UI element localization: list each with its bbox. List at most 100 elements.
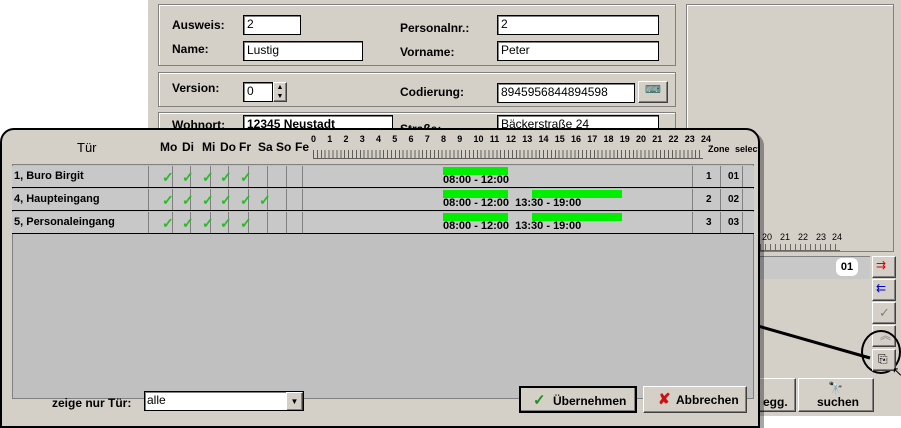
hour-tick: 19 bbox=[619, 134, 630, 144]
version-spinner[interactable]: ▲ ▼ bbox=[273, 82, 287, 102]
move-right-icon: ⇉ bbox=[876, 258, 887, 272]
day-check[interactable]: ✓ bbox=[162, 169, 174, 186]
background-badge: 01 bbox=[836, 258, 858, 276]
hour-tick: 24 bbox=[701, 134, 712, 144]
day-header-so: So bbox=[276, 140, 292, 154]
day-check[interactable]: ✓ bbox=[240, 169, 252, 186]
hour-tick: 21 bbox=[652, 134, 663, 144]
select-cell[interactable]: 02 bbox=[728, 194, 739, 205]
day-check[interactable]: ✓ bbox=[202, 215, 214, 232]
day-header-fr: Fr bbox=[239, 140, 251, 154]
ruler-tick: 23 bbox=[816, 232, 827, 242]
door-row[interactable]: 1, Buro Birgit ✓ ✓ ✓ ✓ ✓ 08:00 - 12:00 1 01 bbox=[12, 166, 754, 188]
day-check[interactable]: ✓ bbox=[162, 192, 174, 209]
version-label: Version: bbox=[172, 81, 220, 95]
mouse-cursor-icon: ↖ bbox=[892, 364, 901, 379]
egg-label: egg. bbox=[763, 395, 788, 409]
hour-tick: 1 bbox=[327, 134, 333, 144]
codierung-field[interactable]: 8945956844894598 bbox=[497, 83, 635, 103]
day-header-mi: Mi bbox=[202, 140, 216, 154]
day-check[interactable]: ✓ bbox=[162, 215, 174, 232]
binoculars-icon: 🔭 bbox=[828, 381, 843, 395]
suchen-label: suchen bbox=[817, 395, 860, 409]
day-check[interactable]: ✓ bbox=[202, 169, 214, 186]
vorname-field[interactable]: Peter bbox=[497, 41, 659, 61]
cancel-button[interactable]: ✘ Abbrechen bbox=[643, 386, 747, 413]
move-left-button[interactable]: ⇇ bbox=[872, 279, 896, 301]
ausweis-field[interactable]: 2 bbox=[243, 15, 301, 35]
day-header-do: Do bbox=[220, 140, 236, 154]
ruler-tick: 20 bbox=[762, 232, 773, 242]
day-check[interactable]: ✓ bbox=[220, 215, 232, 232]
close-icon: ✘ bbox=[658, 391, 671, 408]
check-icon: ✓ bbox=[879, 305, 890, 320]
day-check[interactable]: ✓ bbox=[240, 215, 252, 232]
hour-tick: 18 bbox=[603, 134, 614, 144]
select-cell[interactable]: 03 bbox=[728, 217, 739, 228]
hour-tick: 8 bbox=[441, 134, 447, 144]
hour-tick: 15 bbox=[554, 134, 565, 144]
ruler-tick: 22 bbox=[798, 232, 809, 242]
day-check[interactable]: ✓ bbox=[240, 192, 252, 209]
hour-ruler: 0 1 2 3 4 5 6 7 8 9 10 11 12 13 14 15 16 17 18 19 20 21 22 23 24 bbox=[311, 134, 711, 162]
codierung-label: Codierung: bbox=[400, 85, 464, 99]
ruler-tick: 21 bbox=[780, 232, 791, 242]
hour-tick: 2 bbox=[343, 134, 349, 144]
name-field[interactable]: Lustig bbox=[243, 41, 363, 61]
zone-cell: 1 bbox=[706, 171, 712, 182]
door-filter-value: alle bbox=[147, 393, 166, 407]
hour-tick: 20 bbox=[636, 134, 647, 144]
hour-tick: 10 bbox=[473, 134, 484, 144]
time-range-text: 08:00 - 12:00 13:30 - 19:00 bbox=[443, 220, 582, 232]
door-name: 5, Personaleingang bbox=[14, 216, 115, 228]
ok-button[interactable]: ✓ Übernehmen bbox=[519, 386, 637, 413]
day-check[interactable]: ✓ bbox=[202, 192, 214, 209]
zone-cell: 3 bbox=[706, 217, 712, 228]
ausweis-label: Ausweis: bbox=[172, 18, 225, 32]
door-row[interactable]: 4, Haupteingang ✓ ✓ ✓ ✓ ✓ ✓ 08:00 - 12:00 13:30… bbox=[12, 189, 754, 211]
hour-tick: 6 bbox=[408, 134, 414, 144]
door-filter-select[interactable]: alle ▼ bbox=[144, 391, 304, 411]
hour-tick: 14 bbox=[538, 134, 549, 144]
move-right-button[interactable]: ⇉ bbox=[872, 256, 896, 278]
day-check[interactable]: ✓ bbox=[220, 192, 232, 209]
personalnr-field[interactable]: 2 bbox=[497, 15, 659, 35]
door-name: 4, Haupteingang bbox=[14, 193, 100, 205]
suchen-button[interactable]: 🔭 suchen bbox=[798, 378, 874, 412]
check-icon: ✓ bbox=[533, 392, 546, 409]
door-row[interactable]: 5, Personaleingang ✓ ✓ ✓ ✓ ✓ 08:00 - 12:00 13:… bbox=[12, 212, 754, 234]
hour-tick: 5 bbox=[392, 134, 398, 144]
day-header-mo: Mo bbox=[160, 140, 178, 154]
keyboard-button[interactable]: ⌨ bbox=[638, 81, 668, 103]
time-range-text: 08:00 - 12:00 bbox=[443, 174, 510, 186]
select-header: select bbox=[735, 144, 760, 154]
zone-cell: 2 bbox=[706, 194, 712, 205]
hour-tick: 3 bbox=[359, 134, 365, 144]
day-check[interactable]: ✓ bbox=[220, 169, 232, 186]
hour-tick: 12 bbox=[506, 134, 517, 144]
day-check[interactable]: ✓ bbox=[182, 192, 194, 209]
time-range-text: 08:00 - 12:00 13:30 - 19:00 bbox=[443, 197, 582, 209]
chevron-down-icon: ▼ bbox=[286, 392, 303, 410]
personalnr-label: Personalnr.: bbox=[400, 21, 470, 35]
day-header-di: Di bbox=[182, 140, 194, 154]
select-cell[interactable]: 01 bbox=[728, 171, 739, 182]
day-header-fe: Fe bbox=[295, 140, 310, 154]
hour-tick: 11 bbox=[489, 134, 500, 144]
day-check[interactable]: ✓ bbox=[182, 215, 194, 232]
hour-tick: 13 bbox=[522, 134, 533, 144]
filter-label: zeige nur Tür: bbox=[52, 396, 132, 410]
day-check[interactable]: ✓ bbox=[182, 169, 194, 186]
day-check[interactable]: ✓ bbox=[259, 192, 271, 209]
name-label: Name: bbox=[172, 42, 209, 56]
keyboard-icon: ⌨ bbox=[645, 84, 661, 96]
move-left-icon: ⇇ bbox=[876, 281, 887, 295]
zone-header: Zone bbox=[708, 144, 730, 154]
zone-assignment-dialog: Tür Mo Di Mi Do Fr Sa So Fe 0 1 2 3 4 5 6 7 8 9 10… bbox=[0, 128, 760, 428]
ok-label: Übernehmen bbox=[553, 394, 627, 408]
version-field[interactable]: 0 bbox=[243, 82, 273, 102]
hour-tick: 22 bbox=[668, 134, 679, 144]
hour-tick: 23 bbox=[684, 134, 695, 144]
ruler-tick: 24 bbox=[832, 232, 843, 242]
hour-tick: 4 bbox=[376, 134, 382, 144]
